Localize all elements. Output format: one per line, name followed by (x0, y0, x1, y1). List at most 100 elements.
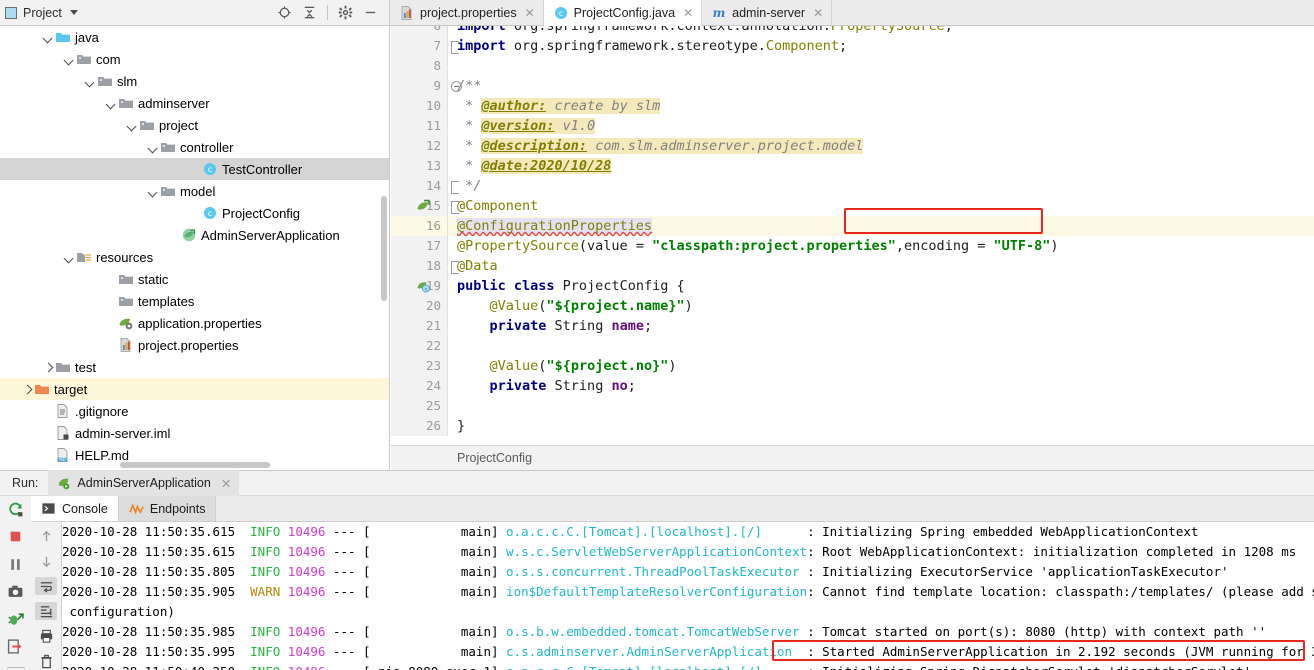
editor-gutter[interactable]: 18 (391, 256, 448, 276)
chevron-closed-icon[interactable] (42, 361, 55, 374)
trash-icon[interactable] (35, 652, 57, 670)
code-line-17[interactable]: 17 @PropertySource(value = "classpath:pro… (391, 236, 1314, 256)
editor-gutter[interactable]: 8 (391, 56, 448, 76)
editor-gutter[interactable]: 19 c (391, 276, 448, 296)
code-line-16[interactable]: 16 @ConfigurationProperties (391, 216, 1314, 236)
chevron-open-icon[interactable] (126, 119, 139, 132)
chevron-open-icon[interactable] (147, 141, 160, 154)
minimize-icon[interactable] (363, 5, 378, 20)
soft-wrap-icon[interactable] (35, 577, 57, 595)
chevron-open-icon[interactable] (147, 185, 160, 198)
tree-item-adminserver[interactable]: adminserver (0, 92, 389, 114)
chevron-open-icon[interactable] (105, 97, 118, 110)
close-icon[interactable]: ✕ (813, 6, 823, 20)
editor-gutter[interactable]: 11 (391, 116, 448, 136)
editor-gutter[interactable]: 12 (391, 136, 448, 156)
tree-item-slm[interactable]: slm (0, 70, 389, 92)
scroll-up-icon[interactable] (35, 527, 57, 545)
code-line-18[interactable]: 18 @Data (391, 256, 1314, 276)
editor-gutter[interactable]: 10 (391, 96, 448, 116)
scroll-down-icon[interactable] (35, 552, 57, 570)
editor-gutter[interactable]: 23 (391, 356, 448, 376)
run-subtab-console[interactable]: Console (31, 496, 119, 521)
tree-item-target[interactable]: target (0, 378, 389, 400)
code-line-23[interactable]: 23 @Value("${project.no}") (391, 356, 1314, 376)
code-line-14[interactable]: 14 */ (391, 176, 1314, 196)
run-config-tab[interactable]: AdminServerApplication ✕ (48, 470, 240, 496)
tree-item-projectconfig[interactable]: c ProjectConfig (0, 202, 389, 224)
print-icon[interactable] (35, 627, 57, 645)
tree-item-admin-server-iml[interactable]: admin-server.iml (0, 422, 389, 444)
code-line-24[interactable]: 24 private String no; (391, 376, 1314, 396)
locate-icon[interactable] (277, 5, 292, 20)
project-title-button[interactable]: Project (5, 6, 78, 20)
tree-item-test[interactable]: test (0, 356, 389, 378)
chevron-open-icon[interactable] (84, 75, 97, 88)
project-vertical-scrollbar[interactable] (381, 196, 387, 301)
code-line-12[interactable]: 12 * @description: com.slm.adminserver.p… (391, 136, 1314, 156)
code-line-6[interactable]: 6 import org.springframework.context.anno… (391, 26, 1314, 36)
run-subtab-endpoints[interactable]: Endpoints (118, 496, 217, 521)
editor-tab-admin-server[interactable]: m admin-server ✕ (702, 0, 833, 25)
stop-icon[interactable] (5, 528, 27, 547)
tree-item-testcontroller[interactable]: c TestController (0, 158, 389, 180)
editor-gutter[interactable]: 14 (391, 176, 448, 196)
chevron-open-icon[interactable] (63, 53, 76, 66)
code-line-9[interactable]: 9 /** (391, 76, 1314, 96)
code-content[interactable]: 6 import org.springframework.context.anno… (391, 26, 1314, 436)
editor-gutter[interactable]: 13 (391, 156, 448, 176)
code-line-25[interactable]: 25 (391, 396, 1314, 416)
editor-breadcrumb[interactable]: ProjectConfig (391, 445, 1314, 470)
editor-gutter[interactable]: 6 (391, 26, 448, 36)
collapse-all-icon[interactable] (302, 5, 317, 20)
code-line-22[interactable]: 22 (391, 336, 1314, 356)
chevron-down-icon[interactable] (69, 10, 78, 15)
camera-icon[interactable] (5, 583, 27, 602)
spring-bean-icon[interactable] (415, 198, 431, 214)
console-output[interactable]: 2020-10-28 11:50:35.615 INFO 10496 --- [… (62, 522, 1314, 670)
editor-gutter[interactable]: 16 (391, 216, 448, 236)
tree-item-com[interactable]: com (0, 48, 389, 70)
editor-gutter[interactable]: 17 (391, 236, 448, 256)
code-line-21[interactable]: 21 private String name; (391, 316, 1314, 336)
editor-gutter[interactable]: 26 (391, 416, 448, 436)
code-line-19[interactable]: 19 c public class ProjectConfig { (391, 276, 1314, 296)
editor-gutter[interactable]: 9 (391, 76, 448, 96)
tree-item-adminserverapplication[interactable]: AdminServerApplication (0, 224, 389, 246)
exit-icon[interactable] (5, 638, 27, 657)
chevron-closed-icon[interactable] (21, 383, 34, 396)
tree-item-model[interactable]: model (0, 180, 389, 202)
close-icon[interactable]: ✕ (221, 476, 231, 491)
close-icon[interactable]: ✕ (683, 6, 693, 20)
editor-gutter[interactable]: 15 (391, 196, 448, 216)
code-line-20[interactable]: 20 @Value("${project.name}") (391, 296, 1314, 316)
code-line-13[interactable]: 13 * @date:2020/10/28 (391, 156, 1314, 176)
spring-bean-blue-icon[interactable]: c (415, 278, 431, 294)
editor-gutter[interactable]: 22 (391, 336, 448, 356)
gear-icon[interactable] (338, 5, 353, 20)
tree-item--gitignore[interactable]: .gitignore (0, 400, 389, 422)
tree-item-templates[interactable]: templates (0, 290, 389, 312)
editor-tab-projectconfig-java[interactable]: c ProjectConfig.java ✕ (543, 0, 703, 26)
code-editor[interactable]: 6 import org.springframework.context.anno… (391, 26, 1314, 445)
code-line-7[interactable]: 7 import org.springframework.stereotype.C… (391, 36, 1314, 56)
editor-gutter[interactable]: 24 (391, 376, 448, 396)
editor-gutter[interactable]: 25 (391, 396, 448, 416)
rerun-icon[interactable] (5, 500, 27, 519)
chevron-open-icon[interactable] (42, 31, 55, 44)
code-line-11[interactable]: 11 * @version: v1.0 (391, 116, 1314, 136)
chevron-open-icon[interactable] (63, 251, 76, 264)
tree-item-controller[interactable]: controller (0, 136, 389, 158)
tree-item-project-properties[interactable]: project.properties (0, 334, 389, 356)
code-line-10[interactable]: 10 * @author: create by slm (391, 96, 1314, 116)
code-line-26[interactable]: 26} (391, 416, 1314, 436)
project-tree-panel[interactable]: java com slm adminserver project controller c T… (0, 26, 390, 470)
editor-gutter[interactable]: 7 (391, 36, 448, 56)
tree-item-static[interactable]: static (0, 268, 389, 290)
scroll-to-end-icon[interactable] (35, 602, 57, 620)
tree-item-resources[interactable]: resources (0, 246, 389, 268)
editor-gutter[interactable]: 20 (391, 296, 448, 316)
project-horizontal-scrollbar[interactable] (120, 462, 270, 468)
code-line-15[interactable]: 15 @Component (391, 196, 1314, 216)
tree-item-project[interactable]: project (0, 114, 389, 136)
